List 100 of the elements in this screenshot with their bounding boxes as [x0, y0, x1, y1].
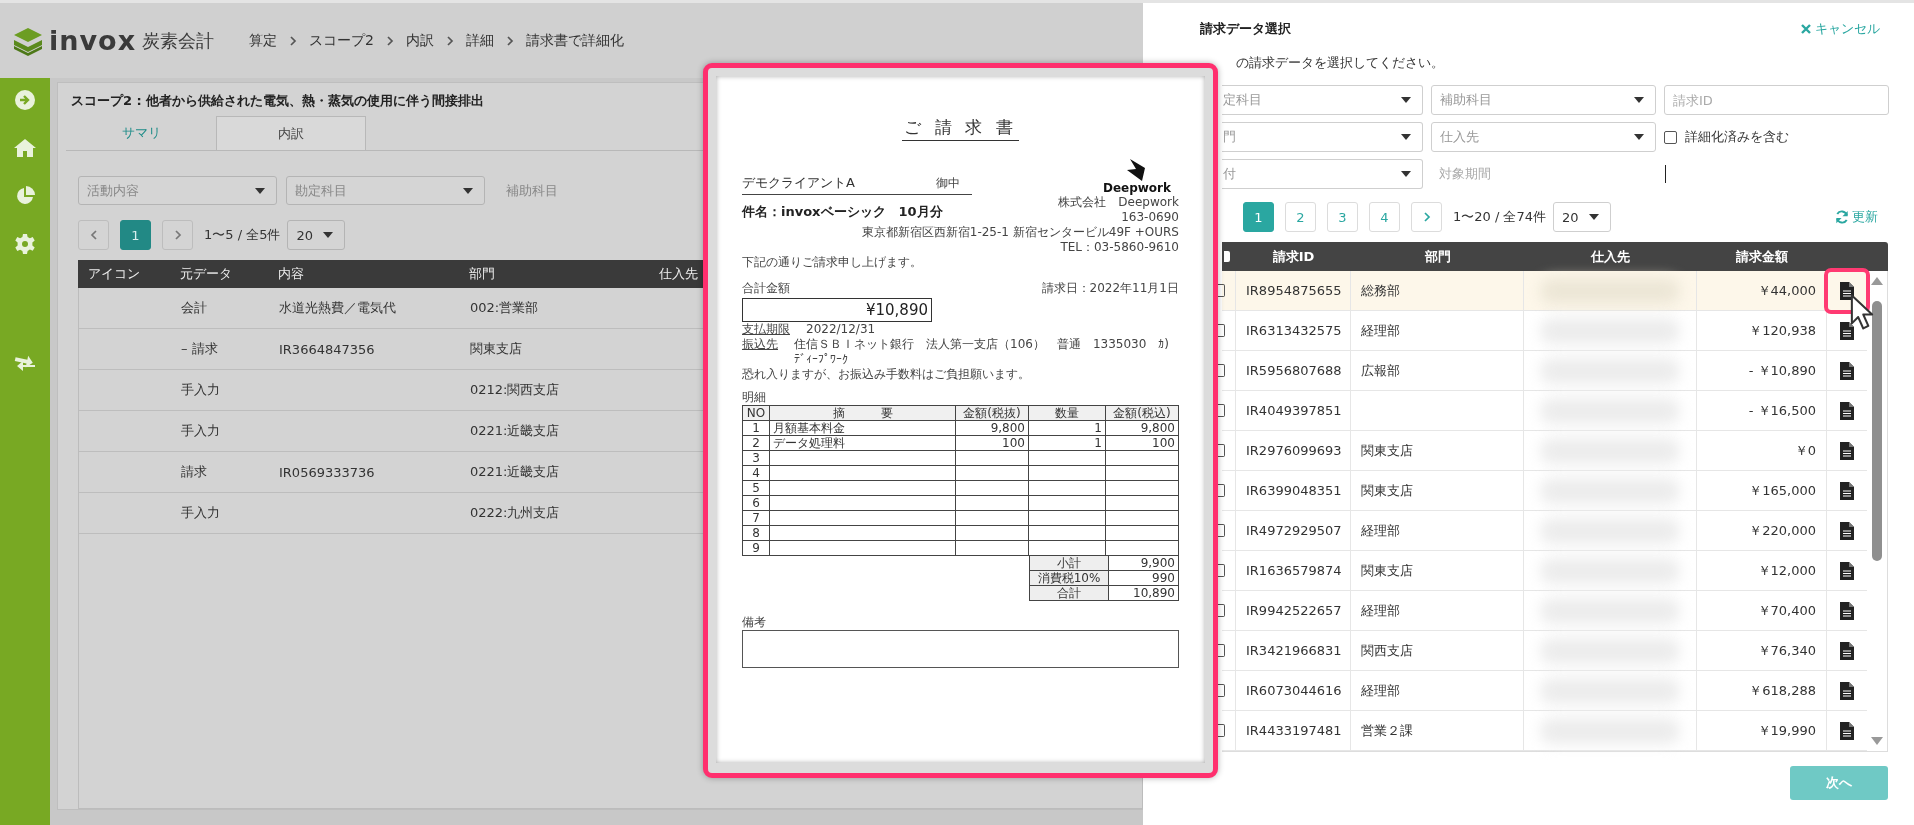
table-cell: 水道光熱費／電気代	[279, 300, 396, 315]
table-cell: 100	[1105, 435, 1179, 451]
breadcrumb-item[interactable]: 詳細	[465, 31, 494, 50]
document-icon[interactable]	[1840, 281, 1854, 300]
document-icon[interactable]	[1840, 681, 1854, 700]
table-cell: ￥120,938	[1749, 321, 1816, 340]
table-cell: 100	[955, 435, 1029, 451]
table-cell: 請求	[181, 464, 207, 479]
table-cell: IR3421966831	[1246, 643, 1342, 658]
table-cell: 1	[1028, 435, 1106, 451]
table-cell: IR3664847356	[279, 341, 375, 357]
table-cell: 営業２課	[1361, 721, 1413, 740]
breadcrumb-item[interactable]: スコープ2	[309, 31, 374, 50]
scroll-up-icon[interactable]	[1871, 277, 1883, 285]
scroll-down-icon[interactable]	[1871, 737, 1883, 745]
table-cell: 3	[742, 450, 770, 466]
client-name: デモクライアントA	[742, 174, 855, 192]
caret-icon	[1589, 214, 1599, 220]
column-header: 部門	[468, 265, 496, 283]
table-cell: 0212:関西支店	[470, 382, 560, 397]
table-cell: 経理部	[1361, 601, 1400, 620]
column-header: 請求金額	[1735, 247, 1789, 266]
table-cell: ￥70,400	[1757, 601, 1816, 620]
close-icon	[1801, 24, 1811, 34]
scroll-thumb[interactable]	[1872, 301, 1882, 561]
table-cell: ￥76,340	[1757, 641, 1816, 660]
table-cell: ￥0	[1794, 441, 1816, 460]
table-cell: 1	[742, 420, 770, 436]
company-logo-text: Deepwork	[1102, 181, 1171, 195]
document-icon[interactable]	[1840, 401, 1854, 420]
caret-icon	[1401, 171, 1411, 177]
table-cell: 0222:九州支店	[470, 505, 560, 520]
input-field[interactable]: 請求ID	[1664, 85, 1889, 115]
document-icon[interactable]	[1840, 561, 1854, 580]
caret-icon	[1401, 97, 1411, 103]
table-cell: IR4433197481	[1246, 723, 1342, 738]
page-title: スコープ2 : 他者から供給された電気、熱・蒸気の使用に伴う間接排出	[70, 92, 486, 110]
table-cell: ￥165,000	[1749, 481, 1816, 500]
table-cell: 9,800	[955, 420, 1029, 436]
caret-icon	[1634, 97, 1644, 103]
document-icon[interactable]	[1840, 361, 1854, 380]
chevron-right-icon	[173, 230, 182, 240]
due-label: 支払期限	[742, 322, 790, 337]
bank-account: 住信ＳＢＩネット銀行 法人第一支店（106） 普通 1335030 ｶ)ﾃﾞｨｰﾌﾟﾜｰｸ	[794, 337, 1171, 367]
table-cell: IR6073044616	[1246, 683, 1342, 698]
instruction-text: の請求データを選択してください。	[1236, 54, 1445, 72]
filter-label: 対象期間	[1438, 165, 1492, 183]
document-icon[interactable]	[1840, 721, 1854, 740]
table-cell: IR8954875655	[1246, 283, 1342, 298]
column-header: 金額(税抜)	[955, 405, 1029, 421]
table-cell: ￥220,000	[1749, 521, 1816, 540]
chevron-left-icon	[89, 230, 98, 240]
table-cell: IR4972929507	[1246, 523, 1342, 538]
fee-note: 恐れ入りますが、お振込み手数料はご負担願います。	[742, 367, 1031, 382]
column-header: 摘 要	[769, 405, 956, 421]
summary-value: 990	[1108, 570, 1179, 586]
table-cell: 関東支店	[1361, 441, 1413, 460]
table-cell: ￥44,000	[1757, 281, 1816, 300]
chevron-right-icon	[505, 35, 514, 46]
table-cell: 1	[1028, 420, 1106, 436]
page-range: 1〜20 / 全74件	[1453, 208, 1546, 226]
column-header: 内容	[277, 265, 305, 283]
document-icon[interactable]	[1840, 321, 1854, 340]
invoice-subject: 件名：invoxベーシック 10月分	[742, 203, 943, 221]
bank-label: 振込先	[742, 337, 778, 352]
document-icon[interactable]	[1840, 441, 1854, 460]
page-range: 1〜5 / 全5件	[204, 226, 281, 244]
caret-icon	[1401, 134, 1411, 140]
column-header: 仕入先	[658, 265, 699, 283]
table-cell: 経理部	[1361, 681, 1400, 700]
document-icon[interactable]	[1840, 641, 1854, 660]
document-icon[interactable]	[1840, 601, 1854, 620]
checkbox[interactable]	[1224, 251, 1230, 262]
breadcrumb-item[interactable]: 請求書で詳細化	[525, 31, 624, 50]
postal-code: 163-0690	[1121, 210, 1179, 225]
breadcrumb-item[interactable]: 内訳	[405, 31, 434, 50]
table-cell: – 請求	[181, 341, 218, 356]
document-icon[interactable]	[1840, 481, 1854, 500]
refresh-icon	[1835, 210, 1849, 224]
company-logo-icon	[1126, 159, 1147, 181]
table-cell: IR2976099693	[1246, 443, 1342, 458]
tab[interactable]: 内訳	[216, 116, 366, 150]
table-cell: 2	[742, 435, 770, 451]
company-address: 東京都新宿区西新宿1-25-1 新宿センタービル49F +OURS	[861, 225, 1179, 240]
column-header: 請求ID	[1271, 247, 1316, 266]
page-size-dropdown[interactable]: 20	[1553, 202, 1611, 232]
table-cell: 経理部	[1361, 321, 1400, 340]
summary-value: 10,890	[1108, 585, 1179, 601]
drawer-title: 請求データ選択	[1200, 20, 1291, 38]
page-button[interactable]: 1	[120, 220, 151, 250]
checkbox-option[interactable]: 詳細化済みを含む	[1664, 128, 1789, 146]
page-size-dropdown[interactable]: 20	[287, 220, 346, 250]
table-cell: 7	[742, 510, 770, 526]
breadcrumb-item[interactable]: 算定	[249, 31, 277, 50]
table-cell: ￥19,990	[1757, 721, 1816, 740]
table-cell: IR6399048351	[1246, 483, 1342, 498]
table-cell: 8	[742, 525, 770, 541]
document-icon[interactable]	[1840, 521, 1854, 540]
honorific: 御中	[936, 175, 960, 192]
table-cell: 9	[742, 540, 770, 556]
